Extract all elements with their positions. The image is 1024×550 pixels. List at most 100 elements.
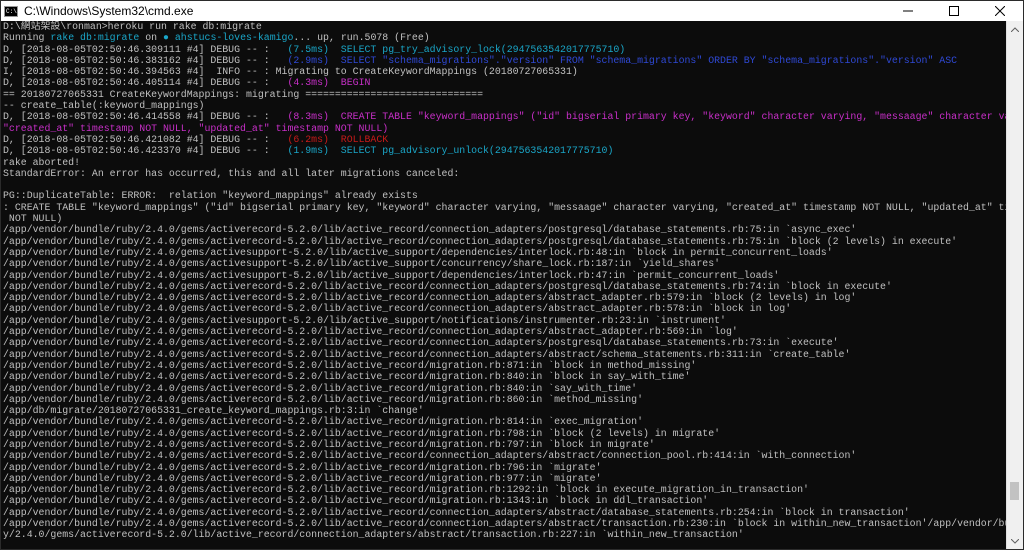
console-text: D, [2018-08-05T02:50:46.383162 #4] DEBUG…: [3, 54, 288, 66]
console-text: Running: [3, 32, 51, 44]
console-line: /app/vendor/bundle/ruby/2.4.0/gems/activ…: [3, 416, 1009, 427]
console-line: "created_at" timestamp NOT NULL, "update…: [3, 123, 1009, 134]
console-line: D, [2018-08-05T02:50:46.423370 #4] DEBUG…: [3, 145, 1009, 156]
console-line: /app/db/migrate/20180727065331_create_ke…: [3, 405, 1009, 416]
console-text: /app/vendor/bundle/ruby/2.4.0/gems/activ…: [3, 518, 1009, 530]
console-text: /app/vendor/bundle/ruby/2.4.0/gems/activ…: [3, 371, 691, 383]
console-text: /app/vendor/bundle/ruby/2.4.0/gems/activ…: [3, 269, 780, 281]
console-line: y/2.4.0/gems/activerecord-5.2.0/lib/acti…: [3, 529, 1009, 540]
console-text: (4.3ms) BEGIN: [287, 77, 371, 89]
console-line: /app/vendor/bundle/ruby/2.4.0/gems/activ…: [3, 303, 1009, 314]
console-text: /app/vendor/bundle/ruby/2.4.0/gems/activ…: [3, 450, 857, 462]
console-text: (6.2ms) ROLLBACK: [287, 133, 389, 145]
maximize-button[interactable]: [931, 1, 977, 21]
console-text: /app/vendor/bundle/ruby/2.4.0/gems/activ…: [3, 472, 602, 484]
console-text: NOT NULL): [3, 213, 63, 225]
console-text: -- create_table(:keyword_mappings): [3, 100, 205, 112]
console-line: /app/vendor/bundle/ruby/2.4.0/gems/activ…: [3, 337, 1009, 348]
cmd-app-icon[interactable]: C:\: [4, 5, 18, 17]
console-line: D, [2018-08-05T02:50:46.414558 #4] DEBUG…: [3, 111, 1009, 122]
console-line: -- create_table(:keyword_mappings): [3, 100, 1009, 111]
minimize-button[interactable]: [885, 1, 931, 21]
console-line: PG::DuplicateTable: ERROR: relation "key…: [3, 190, 1009, 201]
console-line: /app/vendor/bundle/ruby/2.4.0/gems/activ…: [3, 315, 1009, 326]
console-text: D, [2018-08-05T02:50:46.414558 #4] DEBUG…: [3, 111, 288, 123]
console-text: (2.9ms) SELECT "schema_migrations"."vers…: [287, 54, 958, 66]
console-text: /app/vendor/bundle/ruby/2.4.0/gems/activ…: [3, 393, 644, 405]
console-line: /app/vendor/bundle/ruby/2.4.0/gems/activ…: [3, 258, 1009, 269]
console-text: (8.3ms) CREATE TABLE "keyword_mappings" …: [287, 111, 1009, 123]
console-text: /app/vendor/bundle/ruby/2.4.0/gems/activ…: [3, 461, 602, 473]
console-line: /app/vendor/bundle/ruby/2.4.0/gems/activ…: [3, 462, 1009, 473]
console-text: /app/vendor/bundle/ruby/2.4.0/gems/activ…: [3, 280, 892, 292]
scroll-up-button[interactable]: [1007, 21, 1023, 37]
chevron-up-icon: [1011, 26, 1019, 32]
console-line: /app/vendor/bundle/ruby/2.4.0/gems/activ…: [3, 518, 1009, 529]
console-text: D, [2018-08-05T02:50:46.309111 #4] DEBUG…: [3, 43, 288, 55]
close-button[interactable]: [977, 1, 1023, 21]
console-line: /app/vendor/bundle/ruby/2.4.0/gems/activ…: [3, 383, 1009, 394]
console-text: "created_at" timestamp NOT NULL, "update…: [3, 122, 389, 134]
console-line: /app/vendor/bundle/ruby/2.4.0/gems/activ…: [3, 270, 1009, 281]
console-line: /app/vendor/bundle/ruby/2.4.0/gems/activ…: [3, 292, 1009, 303]
console-line: == 20180727065331 CreateKeywordMappings:…: [3, 89, 1009, 100]
console-line: I, [2018-08-05T02:50:46.394563 #4] INFO …: [3, 66, 1009, 77]
console-line: /app/vendor/bundle/ruby/2.4.0/gems/activ…: [3, 473, 1009, 484]
console-line: /app/vendor/bundle/ruby/2.4.0/gems/activ…: [3, 507, 1009, 518]
console-text: StandardError: An error has occurred, th…: [3, 167, 460, 179]
console-line: /app/vendor/bundle/ruby/2.4.0/gems/activ…: [3, 371, 1009, 382]
console-text: /app/vendor/bundle/ruby/2.4.0/gems/activ…: [3, 292, 857, 304]
console-line: /app/vendor/bundle/ruby/2.4.0/gems/activ…: [3, 394, 1009, 405]
console-line: D, [2018-08-05T02:50:46.309111 #4] DEBUG…: [3, 44, 1009, 55]
console-text: D, [2018-08-05T02:50:46.421082 #4] DEBUG…: [3, 133, 288, 145]
console-text: /app/vendor/bundle/ruby/2.4.0/gems/activ…: [3, 224, 857, 236]
console-line: /app/vendor/bundle/ruby/2.4.0/gems/activ…: [3, 224, 1009, 235]
console-text: /app/db/migrate/20180727065331_create_ke…: [3, 405, 424, 417]
console-output[interactable]: D:\網站架設\ronman>heroku run rake db:migrat…: [2, 21, 1009, 549]
window-controls: [885, 1, 1023, 21]
console-line: D, [2018-08-05T02:50:46.383162 #4] DEBUG…: [3, 55, 1009, 66]
console-text: (7.5ms) SELECT pg_try_advisory_lock(2947…: [287, 43, 626, 55]
console-line: /app/vendor/bundle/ruby/2.4.0/gems/activ…: [3, 495, 1009, 506]
scrollbar-thumb[interactable]: [1010, 481, 1019, 500]
console-line: /app/vendor/bundle/ruby/2.4.0/gems/activ…: [3, 236, 1009, 247]
console-text: D, [2018-08-05T02:50:46.405114 #4] DEBUG…: [3, 77, 288, 89]
console-text: rake db:migrate: [50, 32, 140, 44]
console-line: /app/vendor/bundle/ruby/2.4.0/gems/activ…: [3, 360, 1009, 371]
console-line: /app/vendor/bundle/ruby/2.4.0/gems/activ…: [3, 326, 1009, 337]
console-line: D, [2018-08-05T02:50:46.421082 #4] DEBUG…: [3, 134, 1009, 145]
console-text: == 20180727065331 CreateKeywordMappings:…: [3, 88, 484, 100]
console-text: /app/vendor/bundle/ruby/2.4.0/gems/activ…: [3, 359, 697, 371]
console-line: /app/vendor/bundle/ruby/2.4.0/gems/activ…: [3, 484, 1009, 495]
console-line: D, [2018-08-05T02:50:46.405114 #4] DEBUG…: [3, 77, 1009, 88]
cmd-window: C:\ C:\Windows\System32\cmd.exe D:\網站架設\…: [0, 0, 1024, 550]
minimize-icon: [903, 10, 913, 12]
maximize-icon: [949, 6, 959, 16]
console-text: /app/vendor/bundle/ruby/2.4.0/gems/activ…: [3, 416, 644, 428]
console-text: /app/vendor/bundle/ruby/2.4.0/gems/activ…: [3, 326, 738, 338]
console-text: /app/vendor/bundle/ruby/2.4.0/gems/activ…: [3, 235, 958, 247]
title-bar[interactable]: C:\ C:\Windows\System32\cmd.exe: [1, 1, 1023, 21]
console-text: /app/vendor/bundle/ruby/2.4.0/gems/activ…: [3, 427, 721, 439]
console-line: : CREATE TABLE "keyword_mappings" ("id" …: [3, 202, 1009, 213]
console-text: /app/vendor/bundle/ruby/2.4.0/gems/activ…: [3, 438, 655, 450]
chevron-down-icon: [1011, 538, 1019, 544]
scroll-down-button[interactable]: [1007, 533, 1023, 549]
console-text: rake aborted!: [3, 156, 81, 168]
console-text: /app/vendor/bundle/ruby/2.4.0/gems/activ…: [3, 314, 726, 326]
console-text: D:\網站架設\ronman>heroku run rake db:migrat…: [3, 21, 262, 32]
console-text: /app/vendor/bundle/ruby/2.4.0/gems/activ…: [3, 495, 709, 507]
console-text: on: [139, 32, 164, 44]
console-text: /app/vendor/bundle/ruby/2.4.0/gems/activ…: [3, 258, 721, 270]
console-line: rake aborted!: [3, 157, 1009, 168]
console-text: (1.9ms) SELECT pg_advisory_unlock(294756…: [287, 145, 614, 157]
console-line: NOT NULL): [3, 213, 1009, 224]
console-line: StandardError: An error has occurred, th…: [3, 168, 1009, 179]
console-text: PG::DuplicateTable: ERROR: relation "key…: [3, 190, 418, 202]
close-icon: [995, 6, 1005, 16]
console-text: /app/vendor/bundle/ruby/2.4.0/gems/activ…: [3, 506, 910, 518]
vertical-scrollbar[interactable]: [1006, 21, 1023, 549]
console-text: /app/vendor/bundle/ruby/2.4.0/gems/activ…: [3, 246, 833, 258]
console-line: /app/vendor/bundle/ruby/2.4.0/gems/activ…: [3, 450, 1009, 461]
